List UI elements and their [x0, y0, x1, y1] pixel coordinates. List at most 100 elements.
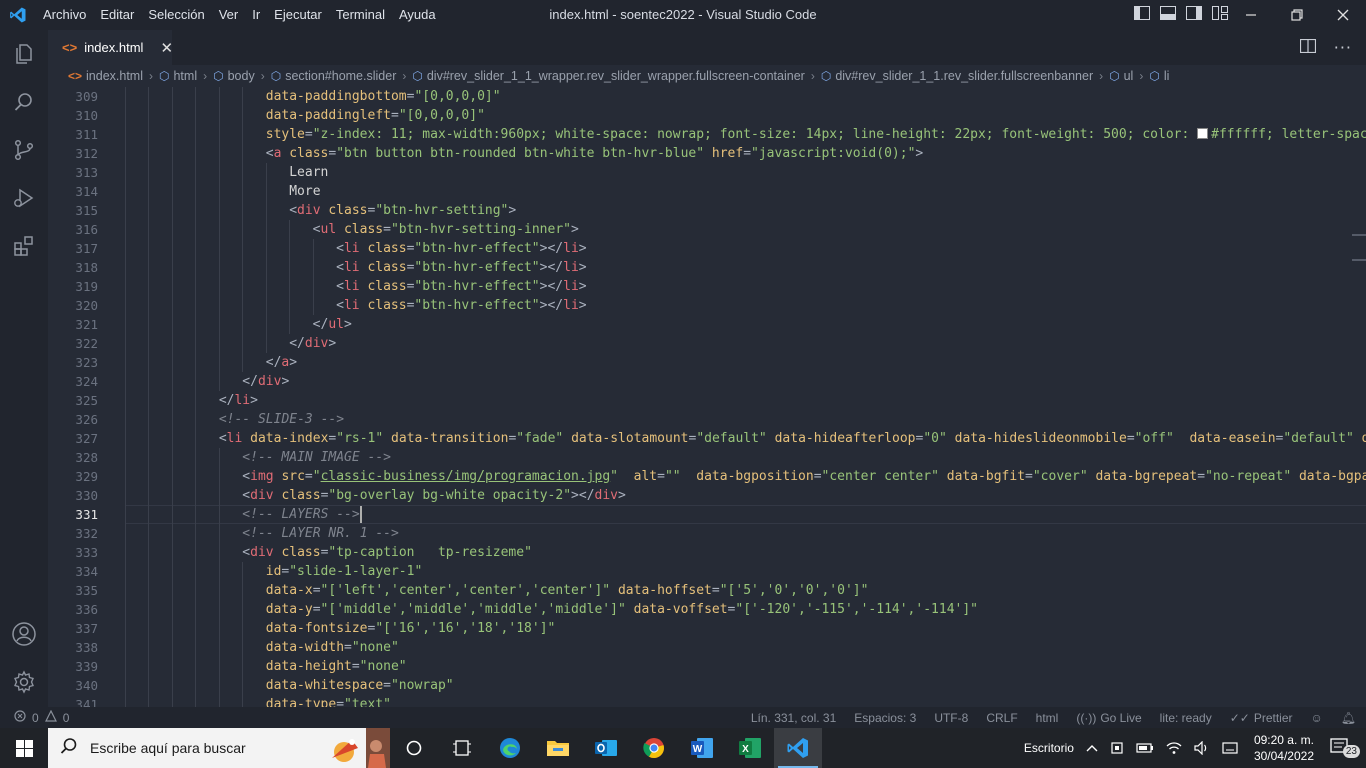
code-line[interactable]: <!-- LAYERS -->	[242, 505, 362, 524]
lite-server-status[interactable]: lite: ready	[1160, 711, 1212, 725]
bell-icon[interactable]: 🔔︎	[1341, 711, 1356, 725]
breadcrumb-item[interactable]: ⬡ html	[159, 69, 197, 83]
split-editor-icon[interactable]	[1299, 38, 1316, 57]
source-control-icon[interactable]	[0, 126, 48, 174]
gear-icon[interactable]	[0, 658, 48, 706]
indentation[interactable]: Espacios: 3	[854, 711, 916, 725]
code-line[interactable]: <div class="tp-caption tp-resizeme"	[242, 543, 532, 562]
code-line[interactable]: <!-- LAYER NR. 1 -->	[242, 524, 399, 543]
file-explorer-icon[interactable]	[534, 728, 582, 768]
run-debug-icon[interactable]	[0, 174, 48, 222]
language-mode[interactable]: html	[1036, 711, 1059, 725]
code-line[interactable]: data-paddingbottom="[0,0,0,0]"	[266, 87, 501, 106]
search-input[interactable]	[90, 740, 310, 756]
code-area[interactable]: data-paddingbottom="[0,0,0,0]" data-paddi…	[125, 87, 1366, 707]
menu-editar[interactable]: Editar	[93, 0, 141, 30]
code-line[interactable]: data-type="text"	[266, 695, 391, 707]
accounts-icon[interactable]	[0, 610, 48, 658]
clock[interactable]: 09:20 a. m. 30/04/2022	[1244, 728, 1324, 768]
code-editor[interactable]: 309 310 311 312 313 314 315 316 317 318 319 320 321 3…	[48, 87, 1366, 707]
menu-archivo[interactable]: Archivo	[36, 0, 93, 30]
code-line[interactable]: </ul>	[313, 315, 352, 334]
vscode-taskbar-icon[interactable]	[774, 728, 822, 768]
code-line[interactable]: <li data-index="rs-1" data-transition="f…	[219, 429, 1366, 448]
code-line[interactable]: <li class="btn-hvr-effect"></li>	[336, 239, 586, 258]
cursor-position[interactable]: Lín. 331, col. 31	[751, 711, 836, 725]
code-line[interactable]: <div class="btn-hvr-setting">	[289, 201, 516, 220]
code-line[interactable]: </div>	[242, 372, 289, 391]
code-line[interactable]: data-paddingleft="[0,0,0,0]"	[266, 106, 485, 125]
task-view-button[interactable]	[390, 728, 438, 768]
end-of-line[interactable]: CRLF	[986, 711, 1017, 725]
extensions-icon[interactable]	[0, 222, 48, 270]
close-window-button[interactable]	[1320, 0, 1366, 30]
code-line[interactable]: data-width="none"	[266, 638, 399, 657]
close-icon[interactable]: ✕	[160, 39, 173, 57]
feedback-icon[interactable]: ☺	[1311, 711, 1323, 725]
breadcrumb-item[interactable]: ⬡ li	[1149, 69, 1169, 83]
restore-button[interactable]	[1274, 0, 1320, 30]
code-line[interactable]: </div>	[289, 334, 336, 353]
menu-seleccion[interactable]: Selección	[141, 0, 211, 30]
code-line[interactable]: data-x="['left','center','center','cente…	[266, 581, 869, 600]
code-line[interactable]: <li class="btn-hvr-effect"></li>	[336, 277, 586, 296]
code-line[interactable]: data-height="none"	[266, 657, 407, 676]
code-line[interactable]: data-whitespace="nowrap"	[266, 676, 454, 695]
battery-icon[interactable]	[1130, 728, 1160, 768]
windows-start-button[interactable]	[0, 728, 48, 768]
toggle-secondary-sidebar-icon[interactable]	[1186, 6, 1202, 24]
code-line[interactable]: </a>	[266, 353, 297, 372]
word-icon[interactable]: W	[678, 728, 726, 768]
problems-indicator[interactable]: 0 0	[14, 707, 69, 728]
code-line[interactable]: <!-- SLIDE-3 -->	[219, 410, 344, 429]
code-line[interactable]: Learn	[289, 163, 328, 182]
minimize-button[interactable]	[1228, 0, 1274, 30]
usb-device-icon[interactable]	[1104, 728, 1130, 768]
code-line[interactable]: id="slide-1-layer-1"	[266, 562, 423, 581]
desktop-toolbar[interactable]: Escritorio	[1018, 728, 1080, 768]
explorer-icon[interactable]	[0, 30, 48, 78]
menu-ver[interactable]: Ver	[212, 0, 246, 30]
code-line[interactable]: <li class="btn-hvr-effect"></li>	[336, 258, 586, 277]
code-line[interactable]: data-y="['middle','middle','middle','mid…	[266, 600, 978, 619]
breadcrumb-item[interactable]: <> index.html	[68, 69, 143, 83]
code-line[interactable]: style="z-index: 11; max-width:960px; whi…	[266, 125, 1366, 144]
excel-icon[interactable]: X	[726, 728, 774, 768]
code-line[interactable]: <ul class="btn-hvr-setting-inner">	[313, 220, 579, 239]
breadcrumb-item[interactable]: ⬡ div#rev_slider_1_1_wrapper.rev_slider_w…	[412, 69, 804, 83]
chrome-icon[interactable]	[630, 728, 678, 768]
vscode-logo-icon[interactable]	[0, 0, 36, 30]
toggle-panel-icon[interactable]	[1160, 6, 1176, 24]
search-icon[interactable]	[0, 78, 48, 126]
customize-layout-icon[interactable]	[1212, 6, 1228, 24]
menu-terminal[interactable]: Terminal	[329, 0, 392, 30]
code-line[interactable]: <div class="bg-overlay bg-white opacity-…	[242, 486, 626, 505]
tab-index-html[interactable]: <> index.html ✕	[48, 30, 173, 65]
taskbar-search[interactable]	[48, 728, 390, 768]
more-actions-icon[interactable]: ···	[1334, 38, 1352, 57]
chevron-up-icon[interactable]	[1080, 728, 1104, 768]
menu-ejecutar[interactable]: Ejecutar	[267, 0, 329, 30]
go-live-button[interactable]: ((·)) Go Live	[1076, 711, 1141, 725]
menu-ir[interactable]: Ir	[245, 0, 267, 30]
breadcrumb-item[interactable]: ⬡ section#home.slider	[271, 69, 397, 83]
code-line[interactable]: </li>	[219, 391, 258, 410]
code-line[interactable]: <!-- MAIN IMAGE -->	[242, 448, 391, 467]
code-line[interactable]: data-fontsize="['16','16','18','18']"	[266, 619, 556, 638]
code-line[interactable]: <li class="btn-hvr-effect"></li>	[336, 296, 586, 315]
breadcrumb-item[interactable]: ⬡ body	[213, 69, 255, 83]
code-line[interactable]: <a class="btn button btn-rounded btn-whi…	[266, 144, 923, 163]
breadcrumb-item[interactable]: ⬡ ul	[1109, 69, 1133, 83]
outlook-icon[interactable]	[582, 728, 630, 768]
color-swatch[interactable]	[1197, 128, 1209, 139]
menu-ayuda[interactable]: Ayuda	[392, 0, 443, 30]
breadcrumb-item[interactable]: ⬡ div#rev_slider_1_1.rev_slider.fullscree…	[821, 69, 1093, 83]
prettier-status[interactable]: ✓✓ Prettier	[1230, 711, 1293, 725]
volume-icon[interactable]	[1188, 728, 1216, 768]
encoding[interactable]: UTF-8	[934, 711, 968, 725]
code-line[interactable]: <img src="classic-business/img/programac…	[242, 467, 1366, 486]
notification-center-button[interactable]: 23	[1324, 728, 1366, 768]
code-line[interactable]: More	[289, 182, 320, 201]
wifi-icon[interactable]	[1160, 728, 1188, 768]
widgets-button[interactable]	[438, 728, 486, 768]
